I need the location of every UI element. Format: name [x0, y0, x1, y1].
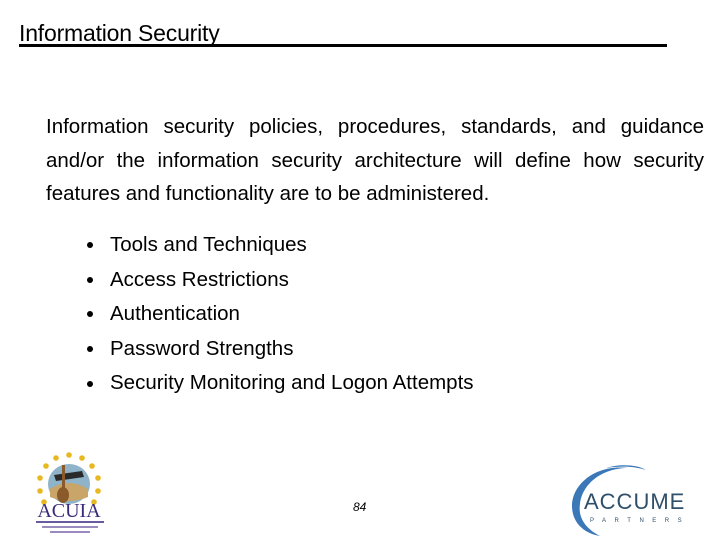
- bullet-icon: [87, 346, 93, 353]
- bullet-item: Access Restrictions: [46, 263, 474, 298]
- title-underline: [19, 44, 667, 47]
- svg-text:PARTNERS: PARTNERS: [590, 518, 690, 524]
- bullet-icon: [87, 242, 93, 249]
- bullet-item: Authentication: [46, 297, 474, 332]
- svg-text:ACCUME: ACCUME: [584, 489, 685, 514]
- bullet-item: Security Monitoring and Logon Attempts: [46, 366, 474, 401]
- acuia-logo: ACUIA: [36, 452, 104, 533]
- bullet-item: Password Strengths: [46, 332, 474, 367]
- body-paragraph: Information security policies, procedure…: [46, 115, 704, 205]
- bullet-item: Tools and Techniques: [46, 228, 474, 263]
- bullet-list: Tools and Techniques Access Restrictions…: [46, 228, 474, 401]
- bullet-icon: [87, 311, 93, 318]
- bullet-icon: [87, 380, 93, 387]
- accume-partners-logo: ACCUME PARTNERS: [572, 465, 690, 536]
- page-number: 84: [353, 500, 367, 514]
- svg-text:ACUIA: ACUIA: [37, 500, 101, 522]
- bullet-icon: [87, 276, 93, 283]
